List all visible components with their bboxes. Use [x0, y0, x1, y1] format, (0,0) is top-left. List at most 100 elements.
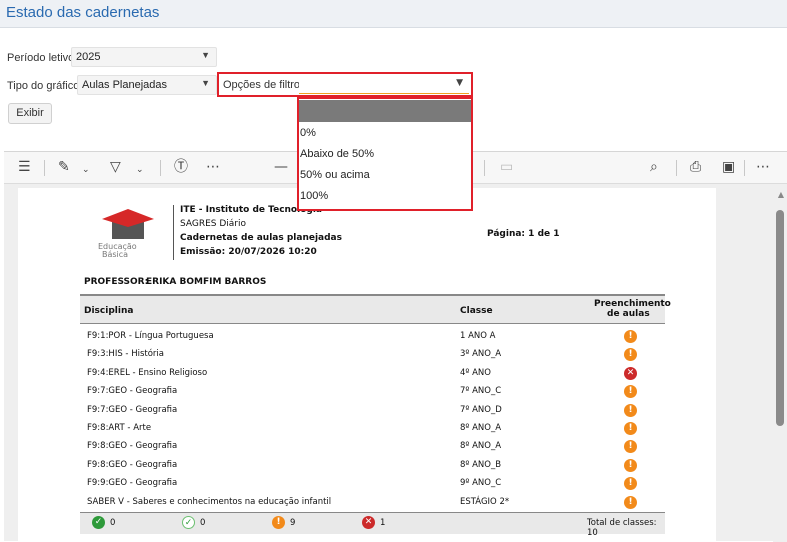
disciplina-cell: F9:8:GEO - Geografia: [87, 441, 178, 452]
filter-option[interactable]: 100%: [299, 185, 471, 206]
periodo-select[interactable]: 2025 ▼: [71, 47, 217, 67]
toolbar-divider: [484, 160, 485, 176]
periodo-label: Período letivo:: [7, 52, 78, 64]
disciplina-cell: F9:9:GEO - Geografia: [87, 478, 178, 489]
disciplina-cell: F9:8:ART - Arte: [87, 423, 152, 433]
classe-cell: 7º ANO_D: [460, 404, 502, 415]
filter-options-highlight: Opções de filtro: ▼: [217, 72, 473, 97]
chevron-down-icon[interactable]: ⌄: [82, 162, 90, 178]
table-row: F9:8:GEO - Geografia 8º ANO_A!: [80, 438, 665, 456]
search-icon[interactable]: ⌕: [650, 159, 658, 175]
table-row: F9:7:GEO - Geografia 7º ANO_D!: [80, 402, 665, 420]
warning-status-icon: !: [624, 477, 637, 491]
classe-cell: 3º ANO_A: [460, 349, 502, 360]
emission-date: Emissão: 20/07/2026 10:20: [180, 247, 317, 257]
classe-cell: 8º ANO_A: [460, 441, 502, 452]
professor-name: ERIKA BOMFIM BARROS: [146, 277, 267, 287]
partial-count: 0: [200, 518, 206, 528]
complete-count: 0: [110, 518, 116, 528]
page-title: Estado das cadernetas: [6, 4, 160, 21]
scroll-up-icon[interactable]: ▲: [778, 190, 784, 199]
complete-icon: ✓: [92, 516, 105, 529]
highlight-icon[interactable]: ✎: [58, 159, 70, 175]
text-icon[interactable]: Ⓣ: [174, 159, 188, 175]
list-icon[interactable]: ☰: [18, 159, 31, 175]
warning-status-icon: !: [624, 422, 637, 435]
classe-cell: ESTÁGIO 2*: [460, 496, 510, 507]
graduation-cap-icon: [102, 209, 154, 239]
zoom-out-icon[interactable]: —: [274, 159, 288, 175]
toolbar-divider: [44, 160, 45, 176]
more-icon[interactable]: ⋯: [206, 159, 220, 175]
warning-count: 9: [290, 518, 296, 528]
filter-option[interactable]: 50% ou acima: [299, 164, 471, 185]
disciplina-cell: F9:8:GEO - Geografia: [87, 459, 178, 470]
error-icon: ✕: [362, 516, 375, 529]
col-disciplina: Disciplina: [84, 306, 134, 316]
warning-status-icon: !: [624, 348, 637, 362]
filter-option[interactable]: Abaixo de 50%: [299, 143, 471, 164]
table-row: F9:8:GEO - Geografia 8º ANO_B!: [80, 457, 665, 475]
table-row: F9:8:ART - Arte 8º ANO_A!: [80, 420, 665, 438]
classe-cell: 8º ANO_A: [460, 423, 502, 433]
table-row: F9:9:GEO - Geografia 9º ANO_C!: [80, 475, 665, 493]
page-number: Página: 1 de 1: [487, 229, 560, 239]
warning-status-icon: !: [624, 495, 637, 509]
toolbar-divider: [744, 160, 745, 176]
page-view-icon[interactable]: ▭: [500, 159, 513, 175]
table-row: F9:1:POR - Língua Portuguesa 1 ANO A!: [80, 328, 665, 346]
periodo-value: 2025: [76, 51, 101, 63]
total-classes: Total de classes: 10: [587, 518, 657, 538]
classe-cell: 7º ANO_C: [460, 386, 502, 397]
chevron-down-icon: ▼: [201, 78, 210, 88]
chevron-down-icon: ▼: [201, 50, 210, 60]
classe-cell: 8º ANO_B: [460, 459, 502, 470]
disciplina-cell: SABER V - Saberes e conhecimentos na edu…: [87, 496, 332, 507]
toolbar-divider: [160, 160, 161, 176]
col-preenchimento-2: de aulas: [607, 309, 650, 319]
save-icon[interactable]: ▣: [722, 159, 735, 175]
partial-icon: ✓: [182, 516, 195, 529]
disciplina-cell: F9:1:POR - Língua Portuguesa: [87, 331, 214, 341]
system-name: SAGRES Diário: [180, 219, 247, 229]
scroll-thumb[interactable]: [776, 210, 784, 426]
filter-options-list: 0% Abaixo de 50% 50% ou acima 100%: [299, 100, 471, 206]
warning-icon: !: [272, 516, 285, 529]
warning-status-icon: !: [624, 403, 637, 417]
professor-label: PROFESSOR:: [84, 277, 149, 287]
classe-cell: 1 ANO A: [460, 331, 496, 341]
tipo-value: Aulas Planejadas: [82, 79, 168, 91]
warning-status-icon: !: [624, 385, 637, 399]
table-row: SABER V - Saberes e conhecimentos na edu…: [80, 494, 665, 512]
education-logo: Educação Básica: [98, 207, 188, 259]
filter-option[interactable]: [299, 100, 471, 122]
table-row: F9:7:GEO - Geografia 7º ANO_C!: [80, 383, 665, 401]
chevron-down-icon[interactable]: ⌄: [136, 162, 144, 178]
classe-cell: 4º ANO: [460, 367, 491, 378]
table-row: F9:3:HIS - História 3º ANO_A!: [80, 346, 665, 364]
classe-cell: 9º ANO_C: [460, 478, 502, 489]
error-count: 1: [380, 518, 386, 528]
filtro-label: Opções de filtro:: [223, 79, 304, 91]
filtro-select[interactable]: ▼: [299, 76, 469, 94]
col-classe: Classe: [460, 306, 493, 316]
exibir-button[interactable]: Exibir: [8, 103, 52, 124]
warning-status-icon: !: [624, 440, 637, 454]
more-options-icon[interactable]: ⋯: [756, 159, 770, 175]
disciplina-cell: F9:4:EREL - Ensino Religioso: [87, 367, 208, 378]
toolbar-divider: [676, 160, 677, 176]
disciplina-cell: F9:7:GEO - Geografia: [87, 386, 178, 397]
chevron-down-icon: ▼: [456, 78, 463, 88]
disciplina-cell: F9:3:HIS - História: [87, 349, 164, 360]
table-row: F9:4:EREL - Ensino Religioso 4º ANO ✕: [80, 365, 665, 383]
print-icon[interactable]: ⎙: [690, 159, 701, 175]
draw-icon[interactable]: ▽: [110, 159, 121, 175]
col-preenchimento-1: Preenchimento: [594, 299, 671, 309]
disciplina-cell: F9:7:GEO - Geografia: [87, 404, 178, 415]
report-page: Educação Básica ITE - Instituto de Tecno…: [18, 188, 716, 542]
logo-text-2: Básica: [102, 250, 129, 259]
filter-option[interactable]: 0%: [299, 122, 471, 143]
tipo-select[interactable]: Aulas Planejadas ▼: [77, 75, 217, 95]
header-divider: [173, 205, 174, 260]
table-footer: ✓ 0 ✓ 0 ! 9 ✕ 1 Total de classes: 10: [80, 512, 665, 538]
